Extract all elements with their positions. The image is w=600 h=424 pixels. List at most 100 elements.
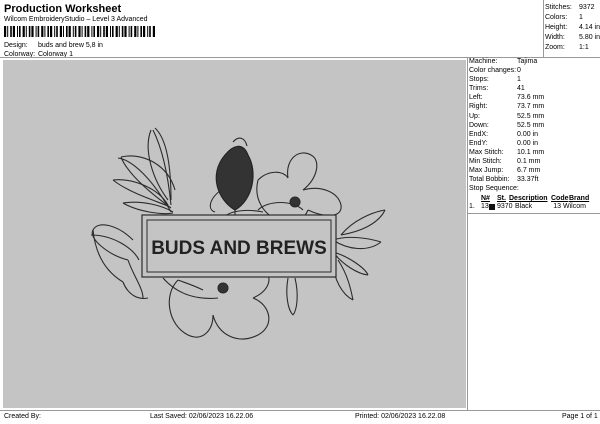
- info-row: Trims: 41: [469, 85, 597, 94]
- software-subtitle: Wilcom EmbroideryStudio – Level 3 Advanc…: [4, 16, 148, 23]
- info-value: 73.7 mm: [517, 103, 545, 111]
- barcode-bar: [63, 26, 64, 37]
- barcode-bar: [81, 26, 83, 37]
- stat-value: 4.14 in: [578, 24, 600, 31]
- barcode-bar: [110, 26, 111, 37]
- barcode-bar: [17, 26, 18, 37]
- info-value: 41: [517, 85, 525, 93]
- barcode-bar: [147, 26, 149, 37]
- divider: [543, 0, 544, 57]
- barcode-bar: [118, 26, 120, 37]
- info-row: Up: 52.5 mm: [469, 113, 597, 122]
- barcode-bar: [31, 26, 34, 37]
- info-label: Machine:: [469, 58, 498, 65]
- stat-row: Stitches: 9372: [545, 4, 600, 14]
- barcode-bar: [121, 26, 124, 37]
- barcode-bar: [37, 26, 40, 37]
- info-value: 0.00 in: [517, 139, 539, 147]
- info-value: 52.5 mm: [517, 112, 545, 120]
- info-label: EndY:: [469, 139, 488, 147]
- barcode-bar: [72, 26, 74, 37]
- barcode-bar: [47, 26, 49, 37]
- design-label: Design:: [4, 42, 28, 49]
- barcode-bar: [44, 26, 46, 37]
- design-preview: BUDS AND BREWS: [3, 60, 466, 408]
- color-swatch: [489, 204, 495, 211]
- info-value: 0.00 in: [517, 130, 539, 138]
- info-label: Right:: [469, 103, 488, 111]
- barcode-bar: [84, 26, 87, 37]
- barcode-bar: [19, 26, 21, 37]
- stat-value: 1: [579, 14, 583, 21]
- stat-value: 9372: [579, 4, 595, 11]
- barcode-bar: [78, 26, 81, 37]
- barcode-bar: [7, 26, 9, 37]
- info-label: Total Bobbin:: [469, 176, 510, 184]
- barcode-bar: [105, 26, 108, 37]
- header-n: N#: [481, 195, 490, 203]
- stop-brand: Wilcom: [563, 203, 586, 211]
- stop-code: 13: [553, 203, 561, 211]
- stat-row: Height: 4.14 in: [545, 24, 600, 34]
- footer: Created By: Last Saved: 02/06/2023 16.22…: [0, 410, 600, 423]
- header-st: St.: [497, 195, 506, 203]
- stat-label: Zoom:: [545, 44, 565, 51]
- stat-label: Width:: [545, 34, 565, 41]
- info-value: 73.6 mm: [517, 94, 545, 102]
- info-value: Tajima: [517, 58, 538, 65]
- barcode-bar: [149, 26, 151, 37]
- stop-n: 13: [481, 203, 489, 211]
- info-label: Trims:: [469, 85, 489, 93]
- barcode-bar: [152, 26, 155, 37]
- info-row: EndY: 0.00 in: [469, 140, 597, 149]
- stat-row: Width: 5.80 in: [545, 34, 600, 44]
- info-row: Total Bobbin: 33.37ft: [469, 176, 597, 185]
- divider: [467, 213, 600, 214]
- barcode-bar: [124, 26, 127, 37]
- barcode-bar: [91, 26, 93, 37]
- info-value: 6.7 mm: [517, 167, 541, 175]
- created-by: Created By:: [4, 413, 41, 420]
- stats-panel: Stitches: 9372 Colors: 1 Height: 4.14 in Wi…: [545, 4, 600, 54]
- info-value: 52.5 mm: [517, 121, 545, 129]
- barcode-bar: [134, 26, 137, 37]
- info-row: Stops: 1: [469, 76, 597, 85]
- info-row: Down: 52.5 mm: [469, 122, 597, 131]
- embroidery-artwork: BUDS AND BREWS: [90, 127, 386, 340]
- info-label: Min Stitch:: [469, 158, 502, 166]
- info-row: Machine: Tajima: [469, 58, 597, 67]
- stat-value: 1:1: [579, 44, 589, 51]
- stat-label: Height:: [545, 24, 568, 31]
- machine-info: Machine: Tajima Color changes: 0 Stops: 1 T…: [469, 58, 597, 211]
- barcode-bar: [143, 26, 146, 37]
- design-value: buds and brew 5,8 in: [37, 42, 103, 49]
- stop-index: 1.: [469, 203, 475, 211]
- stat-label: Stitches:: [545, 4, 572, 11]
- barcode-bar: [87, 26, 90, 37]
- barcode-bar: [66, 26, 68, 37]
- stat-label: Colors:: [545, 14, 568, 21]
- page-title: Production Worksheet: [4, 3, 122, 15]
- stop-sequence-label: Stop Sequence:: [469, 185, 519, 193]
- barcode-bar: [100, 26, 102, 37]
- barcode: [4, 26, 155, 37]
- printed-date: Printed: 02/06/2023 16.22.08: [355, 413, 446, 420]
- stat-value: 5.80 in: [578, 34, 600, 41]
- barcode-bar: [137, 26, 139, 37]
- last-saved: Last Saved: 02/06/2023 16.22.06: [150, 413, 254, 420]
- design-row: Design: buds and brew 5,8 in: [4, 42, 103, 49]
- info-row: Min Stitch: 0.1 mm: [469, 158, 597, 167]
- barcode-bar: [25, 26, 27, 37]
- barcode-bar: [56, 26, 58, 37]
- info-label: Down:: [469, 121, 489, 129]
- barcode-bar: [12, 26, 15, 37]
- info-label: Max Stitch:: [469, 148, 504, 156]
- barcode-bar: [59, 26, 62, 37]
- header-brand: Brand: [569, 195, 590, 203]
- info-row: Max Stitch: 10.1 mm: [469, 149, 597, 158]
- info-label: Stops:: [469, 76, 489, 84]
- barcode-bar: [112, 26, 114, 37]
- info-label: Up:: [469, 112, 480, 120]
- barcode-bar: [97, 26, 100, 37]
- stop-stitches: 9370: [497, 203, 513, 211]
